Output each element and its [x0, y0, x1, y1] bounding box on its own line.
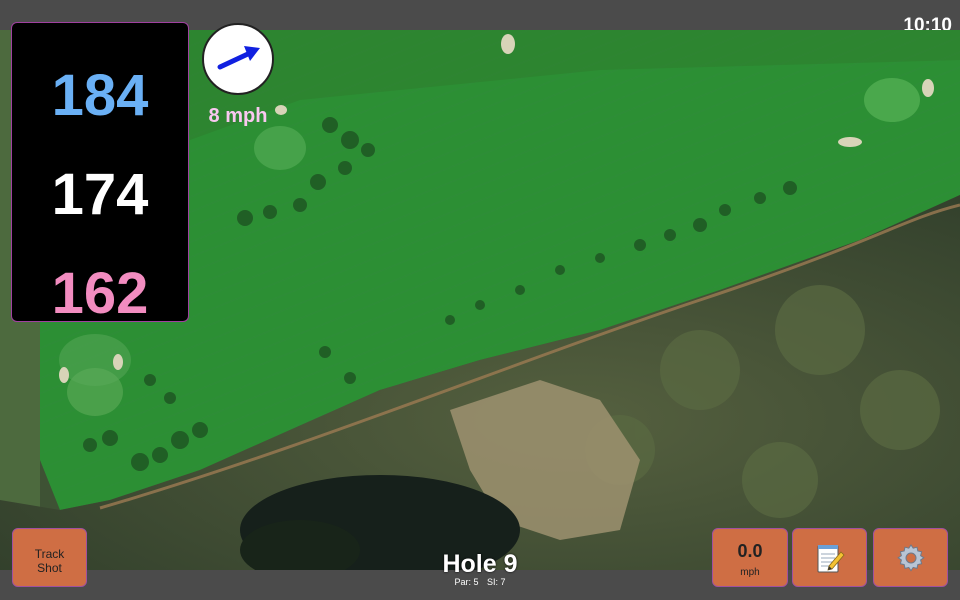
- distance-panel: 184 174 162: [11, 22, 189, 326]
- wind-arrow-icon: [217, 46, 260, 70]
- hole-title: Hole 9: [442, 550, 518, 578]
- front-distance: 162: [51, 261, 149, 326]
- track-shot-button[interactable]: Track Shot: [12, 528, 87, 587]
- settings-button[interactable]: [873, 528, 948, 587]
- wind-direction-dial: [202, 23, 274, 95]
- hole-stroke-index: SI: 7: [487, 577, 506, 587]
- center-distance: 174: [51, 162, 149, 227]
- notepad-pencil-icon: [817, 544, 845, 572]
- back-distance: 184: [51, 63, 149, 128]
- track-shot-label-line-1: Track: [34, 547, 65, 561]
- wind-speed-label: 8 mph: [208, 105, 268, 127]
- notes-button[interactable]: [792, 528, 867, 587]
- hole-par: Par: 5: [454, 577, 479, 587]
- speed-unit: mph: [740, 567, 760, 578]
- gear-icon: [896, 543, 925, 571]
- hole-meta: Par: 5 SI: 7: [380, 577, 580, 587]
- speed-value: 0.0: [737, 541, 763, 561]
- track-shot-label-line-2: Shot: [37, 561, 62, 575]
- speed-button[interactable]: 0.0 mph: [712, 528, 788, 587]
